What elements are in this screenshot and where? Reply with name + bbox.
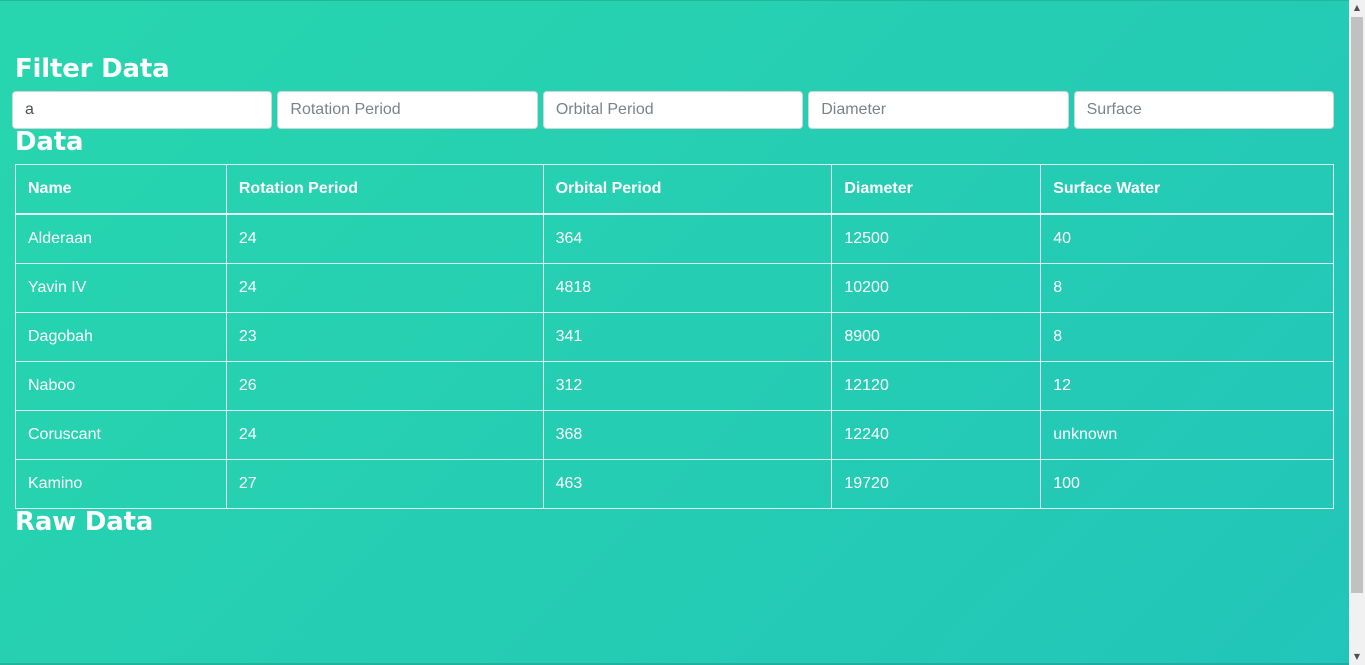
rotation-period-filter-input[interactable]	[277, 91, 538, 129]
header-name: Name	[15, 164, 227, 215]
data-title: Data	[15, 127, 84, 157]
scroll-down-arrow-icon[interactable]: ▼	[1349, 649, 1365, 665]
cell-rotation-period: 24	[225, 410, 544, 460]
table-row: Naboo 26 312 12120 12	[15, 361, 1334, 411]
filter-bar	[12, 91, 1335, 129]
table-row: Coruscant 24 368 12240 unknown	[15, 410, 1334, 460]
header-orbital-period: Orbital Period	[542, 164, 833, 215]
cell-rotation-period: 24	[225, 263, 544, 313]
header-diameter: Diameter	[831, 164, 1042, 215]
cell-diameter: 19720	[831, 459, 1042, 509]
raw-data-title: Raw Data	[15, 507, 154, 537]
cell-orbital-period: 368	[542, 410, 833, 460]
table-row: Kamino 27 463 19720 100	[15, 459, 1334, 509]
cell-diameter: 12500	[831, 213, 1042, 264]
cell-surface-water: 40	[1040, 213, 1334, 264]
data-table: Name Rotation Period Orbital Period Diam…	[15, 164, 1334, 509]
table-row: Dagobah 23 341 8900 8	[15, 312, 1334, 362]
cell-name: Yavin IV	[15, 263, 227, 313]
cell-orbital-period: 341	[542, 312, 833, 362]
cell-rotation-period: 26	[225, 361, 544, 411]
vertical-scrollbar[interactable]: ▲ ▼	[1349, 0, 1365, 665]
surface-filter-input[interactable]	[1073, 91, 1335, 129]
cell-diameter: 12120	[831, 361, 1042, 411]
header-rotation-period: Rotation Period	[225, 164, 544, 215]
table-row: Yavin IV 24 4818 10200 8	[15, 263, 1334, 313]
cell-rotation-period: 23	[225, 312, 544, 362]
main-content: Filter Data Data Name Rotation Period	[0, 1, 1349, 535]
name-filter-input[interactable]	[12, 91, 273, 129]
header-surface-water: Surface Water	[1040, 164, 1334, 215]
cell-rotation-period: 24	[225, 213, 544, 264]
scroll-up-arrow-icon[interactable]: ▲	[1349, 0, 1365, 16]
cell-name: Kamino	[15, 459, 227, 509]
orbital-period-filter-input[interactable]	[542, 91, 804, 129]
cell-surface-water: unknown	[1040, 410, 1334, 460]
cell-diameter: 8900	[831, 312, 1042, 362]
cell-surface-water: 12	[1040, 361, 1334, 411]
cell-name: Alderaan	[15, 213, 227, 264]
cell-name: Dagobah	[15, 312, 227, 362]
scrollbar-thumb[interactable]	[1351, 17, 1363, 593]
table-row: Alderaan 24 364 12500 40	[15, 213, 1334, 264]
cell-orbital-period: 4818	[542, 263, 833, 313]
cell-diameter: 10200	[831, 263, 1042, 313]
cell-diameter: 12240	[831, 410, 1042, 460]
filter-title: Filter Data	[15, 54, 170, 84]
cell-orbital-period: 364	[542, 213, 833, 264]
cell-surface-water: 8	[1040, 263, 1334, 313]
cell-orbital-period: 312	[542, 361, 833, 411]
cell-name: Coruscant	[15, 410, 227, 460]
cell-name: Naboo	[15, 361, 227, 411]
cell-rotation-period: 27	[225, 459, 544, 509]
diameter-filter-input[interactable]	[808, 91, 1069, 129]
cell-surface-water: 100	[1040, 459, 1334, 509]
table-header-row: Name Rotation Period Orbital Period Diam…	[15, 164, 1334, 215]
cell-orbital-period: 463	[542, 459, 833, 509]
page: Filter Data Data Name Rotation Period	[0, 0, 1349, 665]
cell-surface-water: 8	[1040, 312, 1334, 362]
